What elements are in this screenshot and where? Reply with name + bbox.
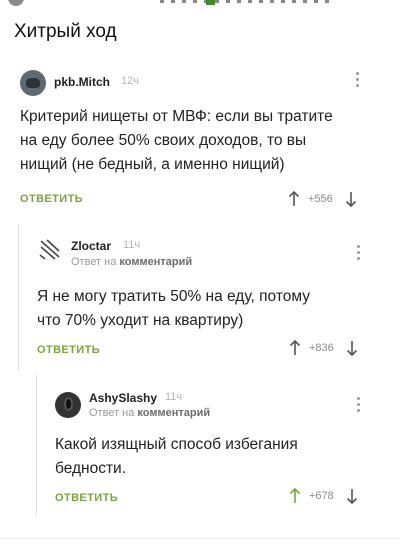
comment-score: +836: [309, 342, 334, 354]
comment-text-line: бедности.: [55, 460, 127, 477]
avatar-image: [39, 239, 60, 260]
downvote-icon[interactable]: [345, 191, 357, 207]
comment-reply: Zloctar 11ч Ответ на комментарий Я не мо…: [18, 225, 400, 370]
comment-time: 11ч: [123, 239, 141, 251]
comment-score: +678: [309, 490, 334, 502]
comment-author[interactable]: AshySlashy: [89, 391, 157, 405]
comment-text-line: Я не могу тратить 50% на еду, потому: [37, 288, 310, 305]
reply-to-note: Ответ на комментарий: [89, 407, 210, 419]
comment-author[interactable]: pkb.Mitch: [54, 75, 110, 89]
reply-to-prefix: Ответ на: [71, 256, 117, 268]
vote-controls: +556: [288, 191, 357, 207]
top-cropped-strip: [0, 0, 400, 10]
comment-text-line: на еду более 50% своих доходов, то вы: [20, 132, 307, 149]
upvote-icon[interactable]: [288, 191, 300, 207]
more-options-icon[interactable]: [357, 245, 361, 261]
comment-text: Я не могу тратить 50% на еду, потому что…: [37, 285, 392, 333]
post-title: Хитрый ход: [14, 21, 117, 42]
comment-text-line: Какой изящный способ избегания: [55, 436, 298, 453]
comment-text-line: что 70% уходит на квартиру): [37, 312, 244, 329]
downvote-icon[interactable]: [346, 340, 358, 356]
cropped-avatar: [8, 0, 24, 6]
comment-text-line: нищий (не бедный, а именно нищий): [20, 156, 285, 173]
upvote-icon[interactable]: [289, 340, 301, 356]
reply-button[interactable]: ОТВЕТИТЬ: [37, 344, 100, 356]
comment-time: 11ч: [165, 391, 183, 403]
reply-to-prefix: Ответ на: [89, 407, 135, 419]
reply-button[interactable]: ОТВЕТИТЬ: [20, 193, 83, 205]
vote-controls: +836: [289, 340, 358, 356]
comment-score: +556: [308, 193, 333, 205]
comment-text: Критерий нищеты от МВФ: если вы тратите …: [20, 105, 390, 177]
comment-author[interactable]: Zloctar: [71, 239, 111, 253]
cropped-badge-icon: [206, 0, 215, 5]
cropped-text: [160, 0, 335, 3]
comment-text-line: Критерий нищеты от МВФ: если вы тратите: [20, 108, 333, 125]
reply-to-link[interactable]: комментарий: [137, 407, 210, 419]
reply-to-note: Ответ на комментарий: [71, 256, 192, 268]
reply-button[interactable]: ОТВЕТИТЬ: [55, 492, 118, 504]
more-options-icon[interactable]: [357, 397, 361, 413]
more-options-icon[interactable]: [356, 72, 360, 88]
reply-to-link[interactable]: комментарий: [119, 256, 192, 268]
comment-text: Какой изящный способ избегания бедности.: [55, 433, 390, 481]
downvote-icon[interactable]: [346, 488, 358, 504]
divider: [0, 538, 400, 539]
upvote-icon[interactable]: [289, 488, 301, 504]
comment-time: 12ч: [121, 75, 139, 87]
comment-reply: AshySlashy 11ч Ответ на комментарий Како…: [36, 375, 400, 515]
avatar[interactable]: [55, 392, 81, 418]
avatar[interactable]: [20, 70, 46, 96]
avatar[interactable]: [37, 237, 63, 263]
vote-controls: +678: [289, 488, 358, 504]
